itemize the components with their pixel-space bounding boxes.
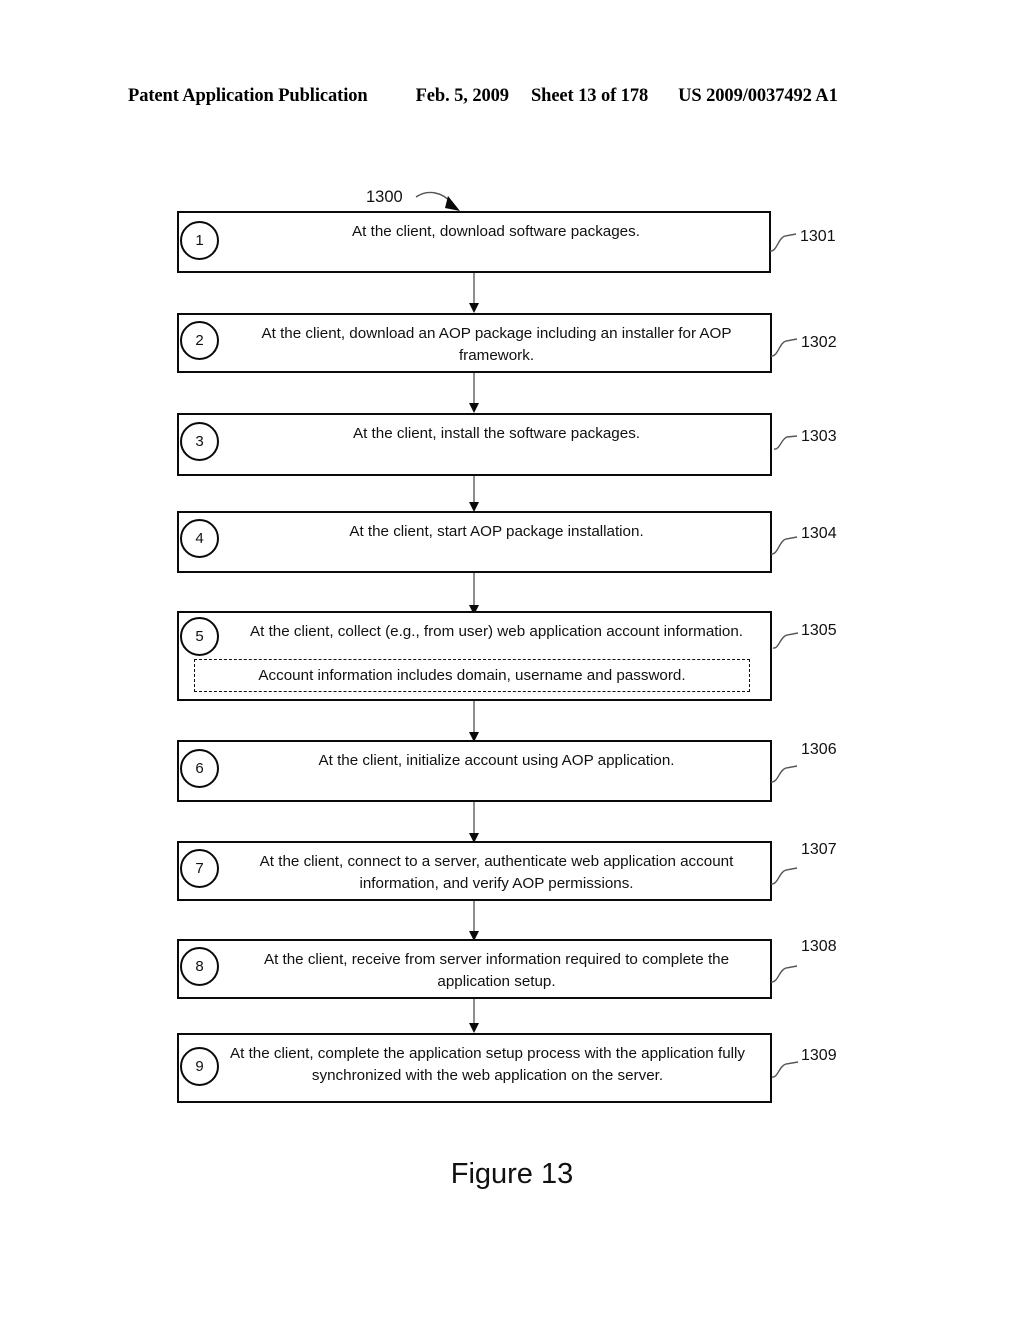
step-number-label-1: 1 [195,232,204,249]
connector-5-to-6 [473,701,475,734]
reference-numeral-1304: 1304 [801,525,837,542]
reference-leader-1308-icon [770,965,798,983]
step-number-circle-8: 8 [180,947,219,986]
flow-box-step-3: At the client, install the software pack… [177,413,772,476]
flow-text-step-7: At the client, connect to a server, auth… [259,853,734,892]
reference-numeral-1301: 1301 [800,228,836,245]
flow-text-step-9: At the client, complete the application … [230,1045,745,1084]
flow-text-step-6: At the client, initialize account using … [318,752,675,769]
step-number-label-4: 4 [195,530,204,547]
step-number-label-7: 7 [195,860,204,877]
connector-arrowhead-1-to-2-icon [469,303,479,313]
reference-leader-1304-icon [770,536,798,555]
flow-text-step-4: At the client, start AOP package install… [349,523,644,540]
flow-box-step-8: At the client, receive from server infor… [177,939,772,999]
reference-leader-1302-icon [770,338,798,357]
step-number-circle-6: 6 [180,749,219,788]
step-number-label-2: 2 [195,332,204,349]
step-number-label-8: 8 [195,958,204,975]
step-number-circle-1: 1 [180,221,219,260]
flow-box-step-6: At the client, initialize account using … [177,740,772,802]
flowchart-figure: 1300 At the client, download software pa… [0,0,1024,1320]
flow-text-step-8: At the client, receive from server infor… [263,951,730,990]
reference-leader-1303-icon [773,435,798,450]
flow-text-step-5: At the client, collect (e.g., from user)… [250,623,743,640]
reference-numeral-1307: 1307 [801,841,837,858]
flow-box-step-2: At the client, download an AOP package i… [177,313,772,373]
reference-leader-1301-icon [769,233,797,252]
step-number-circle-7: 7 [180,849,219,888]
flow-box-step-9: At the client, complete the application … [177,1033,772,1103]
connector-8-to-9 [473,999,475,1025]
reference-leader-1309-icon [771,1061,799,1078]
reference-numeral-1305: 1305 [801,622,837,639]
connector-1-to-2 [473,273,475,305]
reference-numeral-1308: 1308 [801,938,837,955]
diagram-reference-1300: 1300 [366,188,403,206]
connector-4-to-5 [473,573,475,607]
step-number-circle-4: 4 [180,519,219,558]
step-number-label-6: 6 [195,760,204,777]
reference-leader-1306-icon [770,765,798,783]
dashed-note-text-step-5: Account information includes domain, use… [258,666,686,684]
flow-text-step-3: At the client, install the software pack… [352,425,641,442]
step-number-label-9: 9 [195,1058,204,1075]
flow-box-step-4: At the client, start AOP package install… [177,511,772,573]
dashed-note-step-5: Account information includes domain, use… [194,659,750,692]
step-number-circle-5: 5 [180,617,219,656]
step-number-label-5: 5 [195,628,204,645]
connector-3-to-4 [473,476,475,504]
step-number-circle-9: 9 [180,1047,219,1086]
connector-2-to-3 [473,373,475,405]
flow-text-step-1: At the client, download software package… [352,223,640,240]
flow-box-step-1: At the client, download software package… [177,211,771,273]
reference-numeral-1303: 1303 [801,428,837,445]
step-number-circle-2: 2 [180,321,219,360]
figure-caption: Figure 13 [450,1158,574,1190]
step-number-circle-3: 3 [180,422,219,461]
reference-numeral-1309: 1309 [801,1047,837,1064]
reference-leader-1307-icon [770,867,798,885]
reference-numeral-1302: 1302 [801,334,837,351]
reference-numeral-1306: 1306 [801,741,837,758]
connector-6-to-7 [473,802,475,835]
flow-text-step-2: At the client, download an AOP package i… [261,325,732,364]
step-number-label-3: 3 [195,433,204,450]
flow-box-step-7: At the client, connect to a server, auth… [177,841,772,901]
connector-arrowhead-2-to-3-icon [469,403,479,413]
connector-7-to-8 [473,901,475,933]
connector-arrowhead-8-to-9-icon [469,1023,479,1033]
reference-leader-1305-icon [772,632,799,649]
